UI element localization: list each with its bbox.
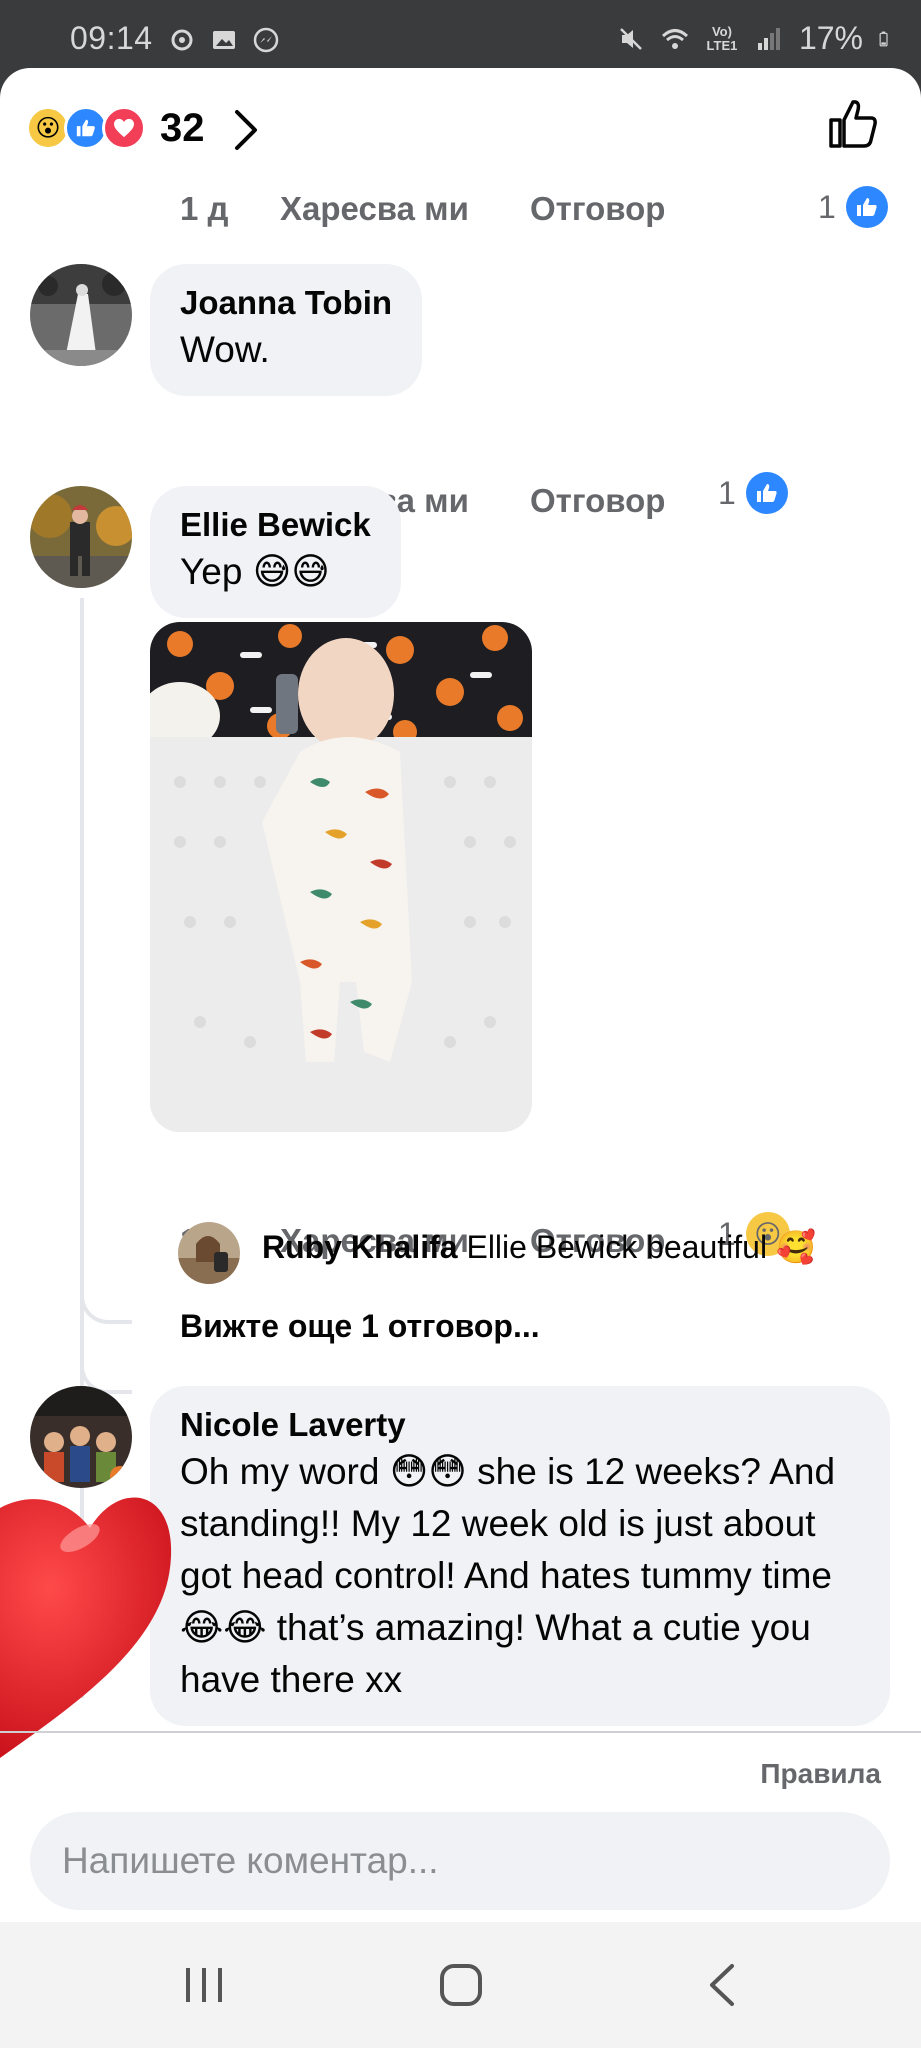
reply-button[interactable]: Отговор <box>530 190 720 228</box>
comment-time: 1 д <box>180 190 229 227</box>
mute-icon <box>620 27 642 50</box>
avatar[interactable] <box>30 486 132 588</box>
network-label: Vo) LTE1 <box>706 23 738 53</box>
reactions-header[interactable]: 😮 32 <box>0 68 921 192</box>
like-reaction-icon <box>845 186 888 228</box>
wifi-icon <box>661 28 688 49</box>
system-nav-bar <box>0 1922 921 2048</box>
chevron-right-icon[interactable] <box>232 108 260 152</box>
reply-author[interactable]: Ruby Khalifa <box>262 1229 458 1265</box>
comment-actions: 1 д Харесва ми Отговор <box>180 184 720 234</box>
comment-text: Yep 😅😅 <box>180 551 330 592</box>
avatar-image <box>30 264 132 366</box>
signal-icon <box>757 27 780 50</box>
comment-author[interactable]: Nicole Laverty <box>180 1404 860 1446</box>
recent-apps-icon[interactable] <box>180 1962 230 2008</box>
messenger-icon <box>253 27 279 53</box>
comment-input[interactable] <box>30 1812 890 1910</box>
see-more-replies-link[interactable]: Вижте още 1 отговор... <box>180 1308 540 1345</box>
like-outline-icon[interactable] <box>825 96 881 152</box>
reply-preview[interactable]: Ruby Khalifa Ellie Bewick beautiful 🥰 <box>262 1228 816 1266</box>
reaction-icons: 😮 <box>26 106 146 150</box>
reply-avatar[interactable] <box>178 1222 240 1284</box>
comment-bubble[interactable]: Joanna Tobin Wow. <box>150 264 423 396</box>
love-reaction-icon <box>102 106 146 150</box>
notification-icons <box>168 26 280 54</box>
reaction-count: 1 <box>718 474 736 511</box>
baby-photo-image <box>150 622 532 1132</box>
avatar[interactable] <box>30 264 132 366</box>
comments-sheet: 😮 32 1 д Харесва ми Отговор 1 Joanna Tob… <box>0 68 921 1922</box>
home-icon[interactable] <box>438 1962 484 2008</box>
comment-author[interactable]: Ellie Bewick <box>180 504 371 546</box>
back-icon[interactable] <box>702 1962 742 2008</box>
status-time: 09:14 <box>70 20 153 56</box>
battery-icon <box>879 31 888 46</box>
comment-reaction-summary[interactable]: 1 <box>718 472 788 514</box>
comment-bubble[interactable]: Ellie Bewick Yep 😅😅 <box>150 486 401 618</box>
comment-author[interactable]: Joanna Tobin <box>180 282 392 324</box>
app-notification-icon <box>171 29 193 51</box>
rules-link[interactable]: Правила <box>760 1758 881 1790</box>
comment-text: Oh my word 😳😳 she is 12 weeks? And stand… <box>180 1451 836 1700</box>
reply-button[interactable]: Отговор <box>530 482 720 520</box>
avatar-image <box>178 1222 240 1284</box>
thread-connector <box>80 1268 132 1324</box>
comment-reaction-summary[interactable]: 1 <box>818 186 888 228</box>
gallery-icon <box>213 31 235 49</box>
like-button[interactable]: Харесва ми <box>280 190 530 228</box>
comment-photo[interactable] <box>150 622 532 1132</box>
reply-text: Ellie Bewick beautiful 🥰 <box>466 1229 816 1265</box>
comment-text: Wow. <box>180 329 270 370</box>
system-status: Vo) LTE1 17% <box>617 20 895 57</box>
status-bar: 09:14 Vo) LTE1 17% <box>0 0 921 68</box>
like-reaction-icon <box>745 472 788 514</box>
floating-heart-icon <box>0 1497 172 1758</box>
reaction-count: 1 <box>818 188 836 225</box>
reaction-count: 32 <box>160 106 205 150</box>
battery-percent: 17% <box>798 20 863 56</box>
comment-bubble[interactable]: Nicole Laverty Oh my word 😳😳 she is 12 w… <box>150 1386 890 1726</box>
footer-divider <box>0 1731 921 1733</box>
avatar-image <box>30 486 132 588</box>
